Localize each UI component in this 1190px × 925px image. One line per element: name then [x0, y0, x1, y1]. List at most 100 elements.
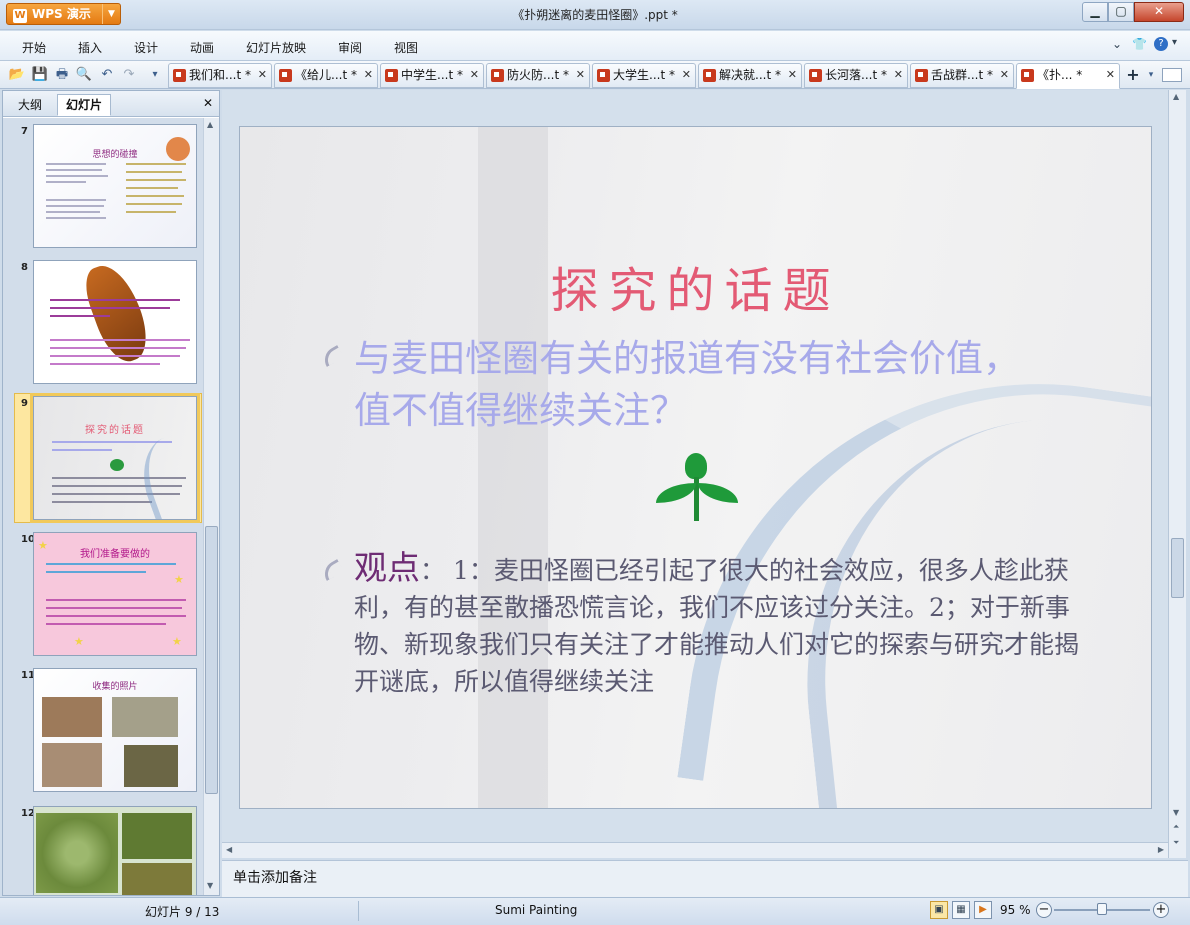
doc-tab[interactable]: 大学生...t * ✕ [592, 63, 696, 88]
doc-tab-label: 我们和...t * [189, 68, 251, 82]
doc-tab[interactable]: 中学生...t * ✕ [380, 63, 484, 88]
green-flower-icon [654, 453, 744, 525]
undo-icon[interactable]: ↶ [98, 66, 116, 84]
tab-close-icon[interactable]: ✕ [364, 64, 373, 86]
slide-thumbnail[interactable] [33, 806, 197, 895]
slide-bullet-2[interactable]: 观点： 1：麦田怪圈已经引起了很大的社会效应，很多人趁此获利，有的甚至散播恐慌言… [354, 549, 1084, 700]
open-folder-icon[interactable]: 📂 [8, 66, 26, 84]
crop-circle-photo [36, 813, 118, 893]
bullet-text: ： 1：麦田怪圈已经引起了很大的社会效应，很多人趁此获利，有的甚至散播恐慌言论，… [354, 556, 1080, 696]
slide-counter: 幻灯片 9 / 13 [145, 905, 220, 919]
doc-tab[interactable]: 《给儿...t * ✕ [274, 63, 378, 88]
doc-tab-active[interactable]: 《扑... * ✕ [1016, 63, 1120, 89]
tab-close-icon[interactable]: ✕ [1000, 64, 1009, 86]
menu-home[interactable]: 开始 [22, 39, 46, 56]
tab-close-icon[interactable]: ✕ [894, 64, 903, 86]
help-dropdown-icon[interactable]: ▾ [1172, 37, 1177, 48]
tab-close-icon[interactable]: ✕ [788, 64, 797, 86]
menu-review[interactable]: 审阅 [338, 39, 362, 56]
doc-tab[interactable]: 舌战群...t * ✕ [910, 63, 1014, 88]
thumb-number: 7 [21, 126, 28, 137]
tab-outline[interactable]: 大纲 [9, 94, 51, 116]
zoom-in-icon[interactable]: + [1153, 902, 1169, 918]
ribbon-collapse-icon[interactable]: ⌄ [1112, 37, 1122, 51]
thumbnail-scrollbar[interactable]: ▲ ▼ [203, 118, 219, 895]
print-preview-icon[interactable]: 🔍 [75, 66, 93, 84]
tab-list-dropdown-icon[interactable]: ▾ [1142, 66, 1160, 84]
menu-view[interactable]: 视图 [394, 39, 418, 56]
theme-name: Sumi Painting [495, 903, 578, 917]
thumb-title: 收集的照片 [92, 682, 138, 692]
zoom-level: 95 % [1000, 903, 1031, 917]
window-layout-icon[interactable] [1162, 68, 1182, 82]
quick-access-dropdown-icon[interactable]: ▾ [146, 66, 164, 84]
scroll-down-icon[interactable]: ▼ [1173, 808, 1179, 817]
redo-icon[interactable]: ↷ [120, 66, 138, 84]
ppt-file-icon [597, 69, 610, 82]
butterfly-image [78, 261, 156, 368]
ppt-file-icon [703, 69, 716, 82]
tab-slides[interactable]: 幻灯片 [57, 94, 112, 116]
crop-circle-photo [122, 863, 192, 895]
slide-thumbnail-list: 7 思想的碰撞 8 9 探究的话题 10 我们准备要做的 ★ ★ ★ ★ 11 … [3, 118, 203, 895]
next-slide-icon[interactable]: ⏷ [1173, 838, 1179, 848]
notes-pane[interactable]: 单击添加备注 [222, 860, 1188, 897]
tab-close-icon[interactable]: ✕ [682, 64, 691, 86]
doc-tab-label: 舌战群...t * [931, 68, 993, 82]
slide-thumbnail[interactable]: 收集的照片 [33, 668, 197, 792]
doc-tab-label: 防火防...t * [507, 68, 569, 82]
slide-thumbnail[interactable]: 思想的碰撞 [33, 124, 197, 248]
doc-tab[interactable]: 解决就...t * ✕ [698, 63, 802, 88]
plant-icon [110, 459, 124, 471]
star-icon: ★ [74, 635, 84, 648]
slide-sorter-icon[interactable]: ▦ [952, 901, 970, 919]
scroll-up-icon[interactable]: ▲ [1173, 92, 1179, 101]
help-icon[interactable]: ? [1154, 37, 1168, 51]
doc-tab[interactable]: 防火防...t * ✕ [486, 63, 590, 88]
menu-design[interactable]: 设计 [134, 39, 158, 56]
tab-close-icon[interactable]: ✕ [1106, 64, 1115, 86]
scroll-down-icon[interactable]: ▼ [207, 881, 213, 890]
doc-tab[interactable]: 长河落...t * ✕ [804, 63, 908, 88]
slide-thumbnail[interactable]: 我们准备要做的 ★ ★ ★ ★ [33, 532, 197, 656]
slide-horizontal-scrollbar[interactable]: ◀ ▶ [222, 842, 1168, 858]
star-icon: ★ [172, 635, 182, 648]
previous-slide-icon[interactable]: ⏶ [1173, 822, 1179, 832]
zoom-slider-thumb[interactable] [1097, 903, 1107, 915]
slide-canvas[interactable]: 探究的话题 与麦田怪圈有关的报道有没有社会价值，值不值得继续关注？ 观点： 1：… [239, 126, 1152, 809]
wps-app-menu-button[interactable]: W WPS 演示 ▼ [6, 3, 121, 25]
normal-view-icon[interactable]: ▣ [930, 901, 948, 919]
cartoon-avatar-icon [166, 137, 190, 161]
menu-insert[interactable]: 插入 [78, 39, 102, 56]
slide-thumbnail[interactable] [33, 260, 197, 384]
scroll-up-icon[interactable]: ▲ [207, 120, 213, 129]
doc-tab[interactable]: 我们和...t * ✕ [168, 63, 272, 88]
close-window-button[interactable]: ✕ [1134, 2, 1184, 22]
scroll-left-icon[interactable]: ◀ [226, 845, 232, 854]
thumb-number: 8 [21, 262, 28, 273]
menu-animation[interactable]: 动画 [190, 39, 214, 56]
slide-bullet-1[interactable]: 与麦田怪圈有关的报道有没有社会价值，值不值得继续关注？ [354, 333, 1054, 437]
tab-close-icon[interactable]: ✕ [258, 64, 267, 86]
document-title: 《扑朔迷离的麦田怪圈》.ppt * [512, 8, 678, 22]
slide-thumbnail-selected[interactable]: 探究的话题 [30, 393, 200, 523]
scroll-right-icon[interactable]: ▶ [1158, 845, 1164, 854]
print-icon[interactable]: 🖶 [53, 66, 71, 84]
menu-slideshow[interactable]: 幻灯片放映 [246, 39, 306, 56]
scroll-thumb[interactable] [1171, 538, 1184, 598]
maximize-button[interactable]: ▢ [1108, 2, 1134, 22]
minimize-button[interactable]: ▁ [1082, 2, 1108, 22]
save-icon[interactable]: 💾 [31, 66, 49, 84]
menu-bar: 开始 插入 设计 动画 幻灯片放映 审阅 视图 ⌄ 👕 ? ▾ [0, 31, 1190, 61]
tab-close-icon[interactable]: ✕ [470, 64, 479, 86]
slide-vertical-scrollbar[interactable]: ▲ ▼ ⏶ ⏷ [1168, 90, 1186, 858]
skin-icon[interactable]: 👕 [1132, 37, 1147, 51]
slideshow-play-icon[interactable]: ▶ [974, 901, 992, 919]
scroll-thumb[interactable] [205, 526, 218, 794]
panel-close-icon[interactable]: ✕ [203, 96, 213, 110]
ppt-file-icon [915, 69, 928, 82]
zoom-out-icon[interactable]: − [1036, 902, 1052, 918]
new-tab-button[interactable]: + [1124, 66, 1142, 84]
slide-title[interactable]: 探究的话题 [240, 251, 1151, 321]
tab-close-icon[interactable]: ✕ [576, 64, 585, 86]
